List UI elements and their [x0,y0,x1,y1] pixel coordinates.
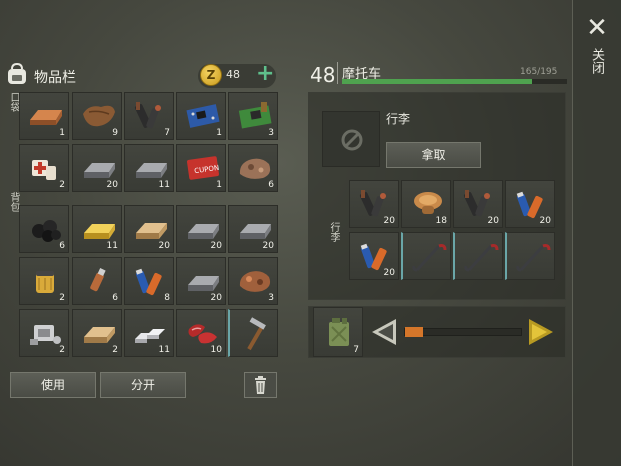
item-slot[interactable]: 20 [228,205,278,253]
item-count: 20 [539,216,551,226]
item-count: 20 [106,180,118,190]
crowbar-icon [412,244,447,272]
item-count: 11 [106,241,118,251]
trash-icon [255,376,266,394]
item-slot[interactable]: 2 [72,309,122,357]
item-slot[interactable]: 7 [124,92,174,140]
item-count: 1 [216,128,222,138]
item-slot[interactable]: 2 [19,144,69,192]
item-slot[interactable]: 20 [349,232,399,280]
vehicle-level: 48 [310,63,336,87]
item-slot[interactable] [401,232,451,280]
item-count: 6 [112,293,118,303]
trash-button[interactable] [244,372,277,398]
item-slot[interactable]: 20 [124,205,174,253]
item-slot[interactable]: 20 [349,180,399,228]
item-count: 10 [210,345,222,355]
jerry-can-icon [329,318,349,346]
item-slot[interactable]: 20 [176,257,226,305]
item-count: 20 [487,216,499,226]
item-count: 6 [59,241,65,251]
item-slot[interactable]: 18 [401,180,451,228]
item-slot[interactable]: 9 [72,92,122,140]
item-slot[interactable]: 20 [505,180,555,228]
item-slot[interactable]: 1 [19,92,69,140]
item-slot[interactable]: 3 [228,257,278,305]
item-slot[interactable]: CUPON 1 [176,144,226,192]
item-count: 1 [216,180,222,190]
item-slot[interactable]: 6 [19,205,69,253]
item-count: 7 [353,345,359,355]
close-icon[interactable]: ✕ [585,14,609,42]
hammer-icon [247,317,266,351]
item-slot[interactable]: 6 [72,257,122,305]
item-count: 20 [210,241,222,251]
item-slot[interactable]: 2 [19,309,69,357]
item-count: 2 [59,345,65,355]
close-label[interactable]: 关闭 [588,48,606,74]
add-coins-button[interactable]: + [256,62,274,86]
item-slot[interactable]: 11 [124,309,174,357]
empty-luggage-slot[interactable] [322,111,380,167]
item-slot[interactable]: 20 [72,144,122,192]
item-count: 2 [59,293,65,303]
item-count: 11 [158,180,170,190]
luggage-label: 行李 [386,112,411,126]
item-slot[interactable]: 20 [453,180,503,228]
item-slot[interactable] [228,309,278,357]
item-slot[interactable]: 6 [228,144,278,192]
crowbar-icon [516,244,551,272]
item-count: 8 [164,293,170,303]
prohibited-icon [341,129,363,151]
header-divider [337,62,338,84]
item-slot[interactable] [505,232,555,280]
item-count: 11 [158,345,170,355]
item-count: 2 [112,345,118,355]
item-slot[interactable]: 11 [124,144,174,192]
item-slot[interactable]: 10 [176,309,226,357]
item-count: 2 [59,180,65,190]
item-slot[interactable]: 11 [72,205,122,253]
item-slot[interactable]: 1 [176,92,226,140]
item-count: 3 [268,293,274,303]
item-slot[interactable]: 3 [228,92,278,140]
item-count: 20 [262,241,274,251]
item-count: 20 [210,293,222,303]
item-count: 20 [383,268,395,278]
backpack-icon [8,62,26,84]
durability-bar-fill [342,79,532,84]
use-button[interactable]: 使用 [10,372,96,398]
item-slot[interactable]: 2 [19,257,69,305]
inventory-title: 物品栏 [34,70,76,86]
coin-icon: Z [200,64,222,86]
item-count: 18 [435,216,447,226]
item-count: 1 [59,128,65,138]
take-button[interactable]: 拿取 [386,142,481,168]
cargo-label: 行李 [328,222,339,242]
item-slot[interactable] [453,232,503,280]
item-count: 6 [268,180,274,190]
vehicle-durability-text: 165/195 [520,67,558,77]
split-button[interactable]: 分开 [100,372,186,398]
item-slot[interactable]: 20 [176,205,226,253]
item-count: 20 [383,216,395,226]
fuel-slot[interactable]: 7 [313,307,363,357]
crowbar-icon [464,244,499,272]
item-slot[interactable]: 8 [124,257,174,305]
item-count: 7 [164,128,170,138]
item-count: 9 [112,128,118,138]
slider-handle[interactable] [405,327,423,337]
coin-count: 48 [226,68,240,81]
item-count: 3 [268,128,274,138]
item-count: 20 [158,241,170,251]
